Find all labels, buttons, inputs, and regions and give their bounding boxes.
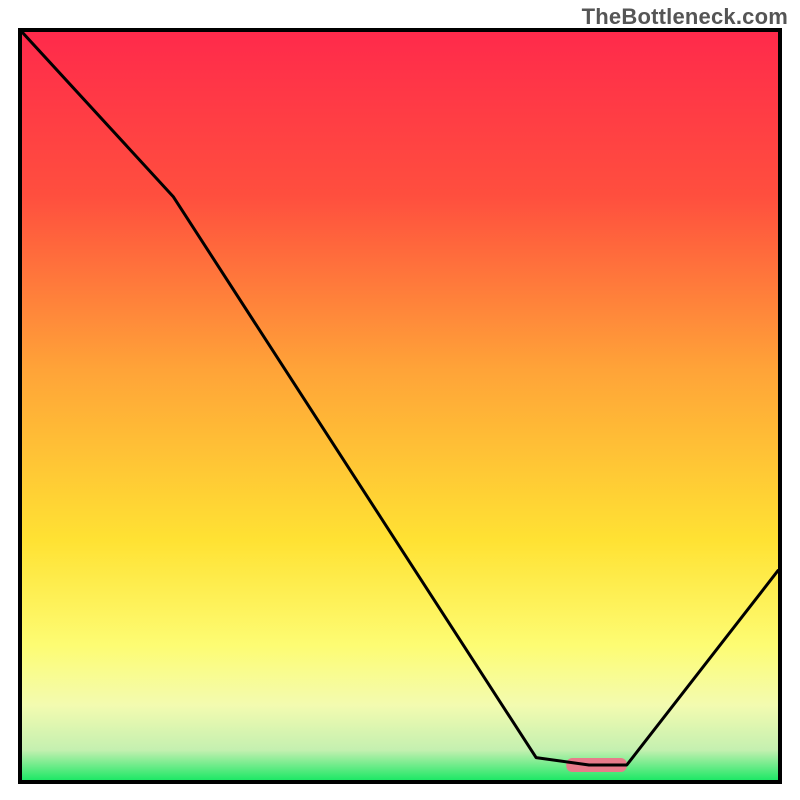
- watermark-text: TheBottleneck.com: [582, 4, 788, 30]
- chart-svg: [22, 32, 778, 780]
- gradient-fill: [22, 32, 778, 780]
- chart-wrapper: TheBottleneck.com: [0, 0, 800, 800]
- plot-frame: [18, 28, 782, 784]
